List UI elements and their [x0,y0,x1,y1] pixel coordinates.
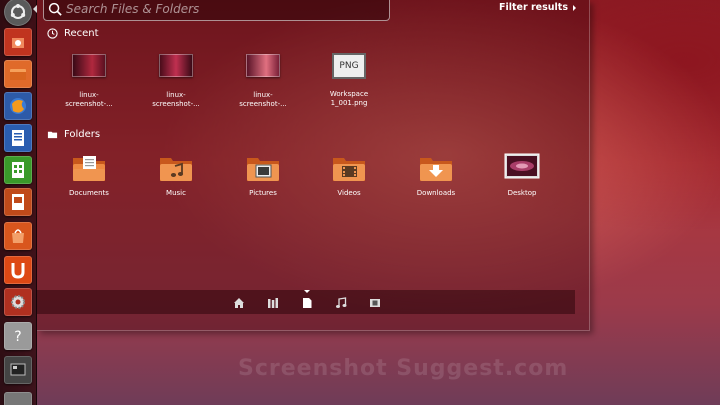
folder-label: Pictures [249,189,277,197]
videos-folder-icon [333,158,365,181]
folder-label: Downloads [416,189,456,197]
filter-results-button[interactable]: Filter results [499,2,576,13]
home-lens-icon[interactable] [232,296,245,309]
screenshot-thumbnail [159,54,193,77]
recent-title: Recent [64,28,99,39]
search-input[interactable] [66,1,389,16]
system-settings-icon[interactable] [4,288,32,316]
png-file-icon: PNG [332,53,366,79]
recent-section-header[interactable]: Recent [47,28,99,39]
recent-item[interactable]: PNG Workspace 1_001.png [312,52,386,108]
folder-item-desktop[interactable]: Desktop [485,153,559,198]
watermark-text: Screenshot Suggest.com [238,356,569,381]
downloads-folder-icon [420,158,452,181]
active-lens-indicator [304,290,310,293]
calc-icon[interactable] [4,156,32,184]
folder-item-pictures[interactable]: Pictures [226,153,300,198]
expand-arrow-icon [572,4,576,11]
recent-item-label: linux- screenshot-... [152,91,200,108]
ubuntu-one-icon[interactable] [4,256,32,284]
folders-section-header[interactable]: Folders [47,129,100,140]
search-icon [48,2,62,16]
applications-lens-icon[interactable] [266,296,279,309]
software-center-icon[interactable] [4,28,32,56]
recent-item-label: linux- screenshot-... [239,91,287,108]
recent-item[interactable]: linux- screenshot-... [52,52,126,109]
impress-icon[interactable] [4,188,32,216]
search-box[interactable] [43,0,390,21]
help-icon[interactable]: ? [4,322,32,350]
recent-item[interactable]: linux- screenshot-... [226,52,300,109]
filter-results-label: Filter results [499,2,568,13]
documents-folder-icon [73,156,105,181]
desktop-icon [504,153,540,179]
svg-text:?: ? [14,329,21,345]
recent-item-label: Workspace 1_001.png [329,90,369,107]
folder-label: Documents [69,189,109,197]
folder-section-icon [47,131,58,139]
music-folder-icon [160,158,192,181]
launcher: ? [0,0,37,405]
ubuntu-software-icon[interactable] [4,222,32,250]
trash-icon[interactable] [4,392,32,405]
screenshot-thumbnail [72,54,106,77]
dash-home-icon[interactable] [4,0,32,26]
writer-icon[interactable] [4,124,32,152]
recent-item-label: linux- screenshot-... [65,91,113,108]
video-lens-icon[interactable] [368,296,381,309]
folder-label: Videos [337,189,361,197]
folder-label: Desktop [507,189,537,197]
lens-bar [37,290,575,314]
workspace-switcher-icon[interactable] [4,356,32,384]
firefox-icon[interactable] [4,92,32,120]
folder-label: Music [166,189,186,197]
recent-item[interactable]: linux- screenshot-... [139,52,213,109]
folder-item-music[interactable]: Music [139,153,213,198]
home-folder-icon[interactable] [4,60,32,88]
folders-title: Folders [64,129,101,140]
pictures-folder-icon [247,158,279,181]
files-lens-icon[interactable] [300,296,313,309]
music-lens-icon[interactable] [334,296,347,309]
folder-item-videos[interactable]: Videos [312,153,386,198]
screenshot-thumbnail [246,54,280,77]
dash-panel: Filter results Recent linux- screenshot-… [37,0,590,331]
folder-item-downloads[interactable]: Downloads [399,153,473,198]
clock-icon [47,28,58,39]
folder-item-documents[interactable]: Documents [52,153,126,198]
